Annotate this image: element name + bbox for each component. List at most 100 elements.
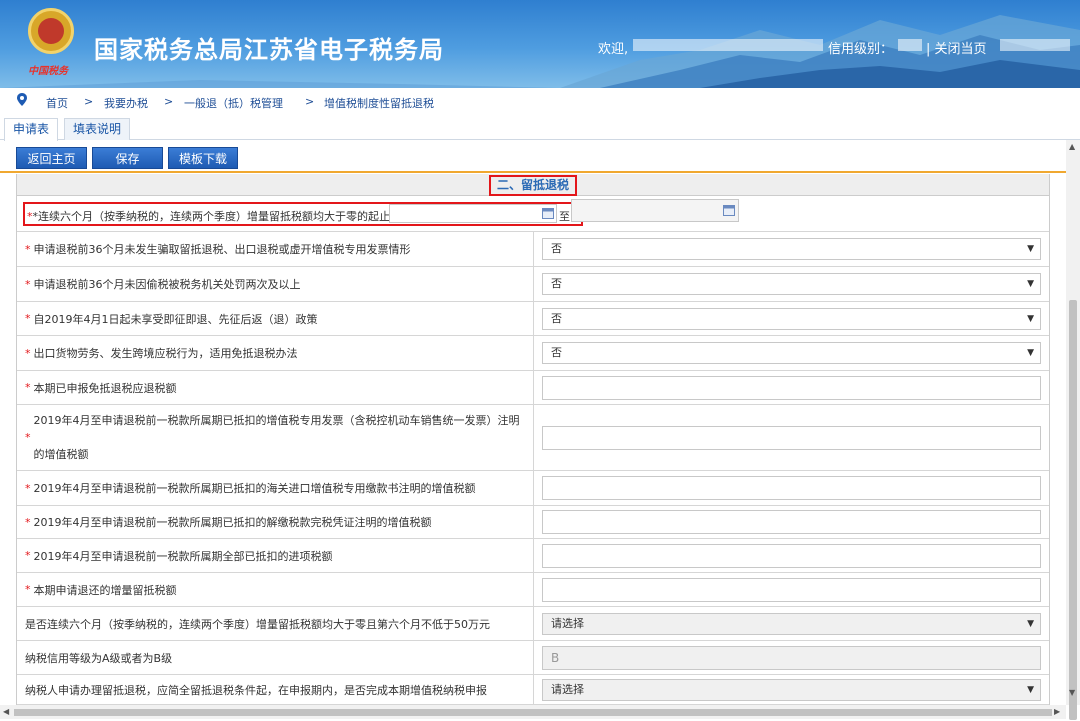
header-extra-redacted [1000,39,1070,51]
tab-application-form[interactable]: 申请表 [4,118,59,141]
form-row-label-text: 2019年4月至申请退税前一税款所属期已抵扣的海关进口增值税专用缴款书注明的增值… [33,482,476,495]
required-marker: * [25,312,31,325]
section-title: 二、留抵退税 [17,174,1049,196]
dropdown-arrow-icon[interactable]: ▼ [1027,343,1034,363]
required-marker: * [25,242,31,256]
form-row: * 2019年4月至申请退税前一税款所属期全部已抵扣的进项税额 [17,539,1049,573]
calendar-icon[interactable] [542,207,554,219]
form-row-label: * 本期已申报免抵退税应退税额 [17,371,534,404]
credit-level-label: 信用级别： [828,42,894,57]
date-range-to-label: 至 [559,210,570,223]
form-row: * 本期申请退还的增量留抵税额 [17,573,1049,607]
form-row-control: 请选择 ▼ [534,607,1049,640]
date-range-row: **连续六个月（按季纳税的，连续两个季度）增量留抵税额均大于零的起止时间： 至 [17,196,1049,232]
scroll-up-arrow-icon[interactable]: ▲ [1069,142,1075,151]
text-input[interactable] [542,543,1041,568]
required-marker: * [25,277,31,291]
tax-bureau-emblem-icon [28,8,74,54]
template-download-button[interactable]: 模板下载 [168,147,238,169]
text-input[interactable] [542,425,1041,450]
breadcrumb-refund-management[interactable]: 一般退（抵）税管理 [184,95,283,111]
required-marker: * [25,583,31,596]
refund-application-form: 二、留抵退税 **连续六个月（按季纳税的，连续两个季度）增量留抵税额均大于零的起… [16,174,1050,705]
form-row-control [534,471,1049,505]
form-row-label-text: 本期申请退还的增量留抵税额 [33,583,177,597]
form-row-label: * 出口货物劳务、发生跨境应税行为，适用免抵退税办法 [17,336,534,370]
form-row: 纳税信用等级为A级或者为B级 B [17,641,1049,675]
form-row-label-text: 申请退税前36个月未因偷税被税务机关处罚两次及以上 [33,278,301,291]
text-input[interactable]: B [542,645,1041,670]
form-row-label-text: 2019年4月至申请退税前一税款所属期已抵扣的解缴税款完税凭证注明的增值税额 [33,516,432,529]
start-date-input[interactable] [389,204,557,223]
form-row-label-text: 出口货物劳务、发生跨境应税行为，适用免抵退税办法 [33,347,298,360]
tab-bar: 申请表 填表说明 [0,118,1080,141]
form-row-label-text: 是否连续六个月（按季纳税的，连续两个季度）增量留抵税额均大于零且第六个月不低于5… [25,617,490,631]
dropdown-arrow-icon[interactable]: ▼ [1027,309,1034,329]
select-dropdown[interactable]: 请选择 ▼ [542,612,1041,635]
form-row-label: * 申请退税前36个月未因偷税被税务机关处罚两次及以上 [17,267,534,301]
select-dropdown[interactable]: 否 ▼ [542,307,1041,330]
credit-level-redacted [898,39,922,51]
form-row: * 自2019年4月1日起未享受即征即退、先征后返（退）政策否 ▼ [17,302,1049,336]
tab-fill-instructions[interactable]: 填表说明 [64,118,131,140]
form-row-control: 否 ▼ [534,302,1049,335]
form-row-label: 纳税信用等级为A级或者为B级 [17,641,534,674]
text-input[interactable] [542,510,1041,534]
text-input[interactable] [542,577,1041,602]
select-dropdown[interactable]: 请选择 ▼ [542,678,1041,701]
select-value: 请选择 [551,682,584,696]
text-input[interactable] [542,476,1041,500]
select-dropdown[interactable]: 否 ▼ [542,238,1041,260]
dropdown-arrow-icon[interactable]: ▼ [1027,614,1034,634]
form-row-label: * 2019年4月至申请退税前一税款所属期已抵扣的增值税专用发票（含税控机动车销售… [17,405,534,470]
form-row-control [534,405,1049,470]
form-rows: * 申请退税前36个月未发生骗取留抵退税、出口退税或虚开增值税专用发票情形否 ▼ * 申… [17,232,1049,705]
scroll-down-arrow-icon[interactable]: ▼ [1069,688,1075,697]
calendar-icon[interactable] [723,204,735,216]
close-page-link[interactable]: | 关闭当页 [926,38,987,57]
form-row-label: 是否连续六个月（按季纳税的，连续两个季度）增量留抵税额均大于零且第六个月不低于5… [17,607,534,640]
scroll-right-arrow-icon[interactable]: ▶ [1054,707,1060,716]
form-row: * 2019年4月至申请退税前一税款所属期已抵扣的海关进口增值税专用缴款书注明的增… [17,471,1049,506]
form-row-control: B [534,641,1049,674]
scroll-left-arrow-icon[interactable]: ◀ [3,707,9,716]
form-row-control: 否 ▼ [534,336,1049,370]
form-row: 是否连续六个月（按季纳税的，连续两个季度）增量留抵税额均大于零且第六个月不低于5… [17,607,1049,641]
back-home-button[interactable]: 返回主页 [16,147,87,169]
select-dropdown[interactable]: 否 ▼ [542,342,1041,364]
form-row-label-text: 纳税人申请办理留抵退税，应简全留抵退税条件起，在申报期内，是否完成本期增值税纳税… [25,683,487,697]
form-row-control [534,506,1049,538]
select-value: 否 [551,346,562,359]
welcome-text: 欢迎, [598,42,629,57]
site-header: 中国税务 国家税务总局江苏省电子税务局 欢迎, 信用级别： | 关闭当页 [0,0,1080,88]
breadcrumb: 首页 > 我要办税 > 一般退（抵）税管理 > 增值税制度性留抵退税 [0,92,1080,114]
breadcrumb-separator: > [84,95,94,108]
text-input[interactable] [542,375,1041,400]
save-button[interactable]: 保存 [92,147,163,169]
dropdown-arrow-icon[interactable]: ▼ [1027,680,1034,700]
form-row: * 2019年4月至申请退税前一税款所属期已抵扣的解缴税款完税凭证注明的增值税额 [17,506,1049,539]
form-row: * 本期已申报免抵退税应退税额 [17,371,1049,405]
form-row-label: * 自2019年4月1日起未享受即征即退、先征后返（退）政策 [17,302,534,335]
dropdown-arrow-icon[interactable]: ▼ [1027,274,1034,294]
vertical-scrollbar[interactable]: ▲ ▼ [1066,140,1080,720]
breadcrumb-tax-handling[interactable]: 我要办税 [104,95,148,111]
dropdown-arrow-icon[interactable]: ▼ [1027,239,1034,259]
form-row-label: * 本期申请退还的增量留抵税额 [17,573,534,606]
form-row-label-text: 自2019年4月1日起未享受即征即退、先征后返（退）政策 [33,312,318,326]
select-value: 请选择 [551,616,584,630]
form-row-label: * 2019年4月至申请退税前一税款所属期已抵扣的解缴税款完税凭证注明的增值税额 [17,506,534,538]
form-row: * 申请退税前36个月未发生骗取留抵退税、出口退税或虚开增值税专用发票情形否 ▼ [17,232,1049,267]
end-date-input[interactable] [571,199,739,222]
form-row: * 出口货物劳务、发生跨境应税行为，适用免抵退税办法否 ▼ [17,336,1049,371]
select-value: 否 [551,277,562,290]
vertical-scrollbar-thumb[interactable] [1069,300,1077,720]
select-dropdown[interactable]: 否 ▼ [542,273,1041,295]
form-row-control: 否 ▼ [534,267,1049,301]
horizontal-scrollbar[interactable]: ◀ ▶ [0,705,1066,719]
required-marker: * [25,430,31,444]
breadcrumb-separator: > [164,95,174,108]
select-value: 否 [551,311,562,325]
breadcrumb-home[interactable]: 首页 [46,95,68,111]
horizontal-scrollbar-thumb[interactable] [14,709,1052,716]
